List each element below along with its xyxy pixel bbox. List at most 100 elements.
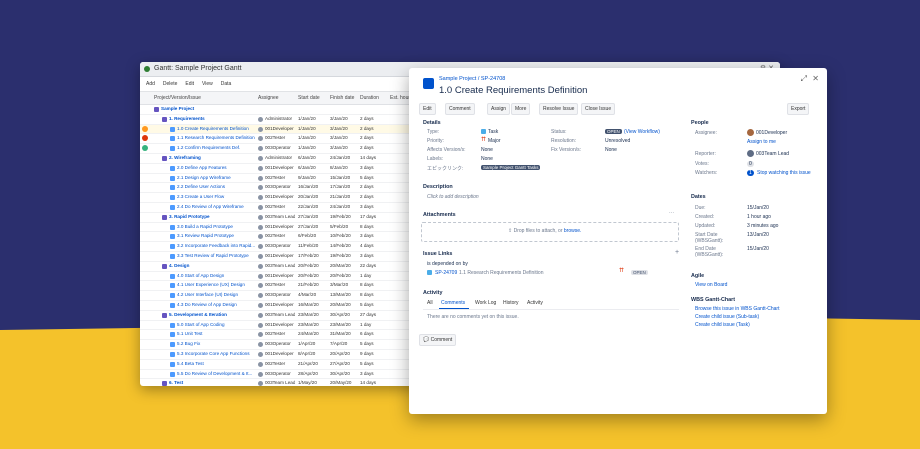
cell-finish[interactable]: 10/Feb/20 [330, 232, 358, 241]
dates-heading[interactable]: Dates [691, 194, 706, 200]
linked-issue-key[interactable]: SP-24709 [435, 270, 457, 276]
wbs-heading[interactable]: WBS Gantt-Chart [691, 297, 735, 303]
cell-duration[interactable]: 2 days [360, 144, 388, 153]
cell-assignee[interactable]: 001Developer [265, 193, 295, 202]
issue-name[interactable]: 5.2 Bug Fix [177, 340, 259, 349]
cell-duration[interactable]: 3 days [360, 252, 388, 261]
issue-name[interactable]: 3.3 Test Review of Rapid Prototype [177, 252, 259, 261]
tab-history[interactable]: History [503, 300, 519, 306]
close-icon[interactable]: ✕ [812, 74, 819, 83]
close-issue-button[interactable]: Close Issue [581, 103, 616, 115]
tab-comments[interactable]: Comments [441, 300, 465, 306]
cell-start[interactable]: 1/Jan/20 [298, 125, 328, 134]
cell-finish[interactable]: 30/Apr/20 [330, 370, 358, 379]
cell-duration[interactable]: 22 days [360, 262, 388, 271]
issue-name[interactable]: 3.1 Review Rapid Prototype [177, 232, 259, 241]
issue-name[interactable]: 4.3 Do Review of App Design [177, 301, 259, 310]
issue-name[interactable]: 2.1 Design App Wireframe [177, 174, 259, 183]
issue-name[interactable]: 3.0 Build a Rapid Prototype [177, 223, 259, 232]
linked-issue-summary[interactable]: 1.1 Research Requirements Definition [459, 270, 544, 276]
cell-assignee[interactable]: 001Developer [265, 301, 295, 310]
cell-start[interactable]: 22/Jan/20 [298, 203, 328, 212]
cell-start[interactable]: 23/Mar/20 [298, 311, 328, 320]
cell-finish[interactable]: 19/Feb/20 [330, 213, 358, 222]
cell-assignee[interactable]: 002Tester [265, 330, 295, 339]
cell-start[interactable]: 1/May/20 [298, 379, 328, 386]
cell-assignee[interactable]: 002Tester [265, 232, 295, 241]
add-menu[interactable]: Add [146, 81, 155, 87]
issue-name[interactable]: 4.0 Start of App Design [177, 272, 259, 281]
issue-name[interactable]: 2.3 Create a User Flow [177, 193, 259, 202]
stop-watching-link[interactable]: Stop watching this issue [757, 170, 811, 176]
col-start-header[interactable]: Start date [298, 92, 320, 104]
cell-finish[interactable]: 3/Jan/20 [330, 115, 358, 124]
create-task-link[interactable]: Create child issue (Task) [695, 322, 750, 328]
cell-finish[interactable]: 3/Mar/20 [330, 281, 358, 290]
edit-menu[interactable]: Edit [185, 81, 194, 87]
edit-button[interactable]: Edit [419, 103, 436, 115]
col-finish-header[interactable]: Finish date [330, 92, 354, 104]
cell-assignee[interactable]: 003Operator [265, 242, 295, 251]
issue-name[interactable]: 3. Rapid Prototype [169, 213, 259, 222]
cell-assignee[interactable]: 001Developer [265, 321, 295, 330]
cell-start[interactable]: 6/Jan/20 [298, 154, 328, 163]
cell-start[interactable]: 1/Jan/20 [298, 115, 328, 124]
cell-assignee[interactable]: 001Developer [265, 164, 295, 173]
attachment-dropzone[interactable]: ⇪ Drop files to attach, or browse. [421, 222, 679, 242]
create-subtask-link[interactable]: Create child issue (Sub-task) [695, 314, 759, 320]
cell-finish[interactable]: 20/Mar/20 [330, 301, 358, 310]
comment-bottom-button[interactable]: 💬 Comment [419, 334, 457, 346]
issue-name[interactable]: 5.1 Unit Test [177, 330, 259, 339]
issue-name[interactable]: 6. Test [169, 379, 259, 386]
cell-duration[interactable]: 14 days [360, 154, 388, 163]
cell-assignee[interactable]: 001Developer [265, 223, 295, 232]
cell-duration[interactable]: 8 days [360, 281, 388, 290]
cell-start[interactable]: 20/Feb/20 [298, 262, 328, 271]
cell-finish[interactable]: 14/Feb/20 [330, 242, 358, 251]
cell-duration[interactable]: 3 days [360, 370, 388, 379]
comment-button[interactable]: Comment [445, 103, 475, 115]
cell-duration[interactable]: 8 days [360, 291, 388, 300]
cell-duration[interactable]: 2 days [360, 115, 388, 124]
view-workflow-link[interactable]: (View Workflow) [624, 129, 660, 135]
cell-start[interactable]: 16/Mar/20 [298, 301, 328, 310]
issue-name[interactable]: 5.0 Start of App Coding [177, 321, 259, 330]
issue-title[interactable]: 1.0 Create Requirements Definition [439, 85, 587, 96]
cell-assignee[interactable]: Administrator [265, 154, 295, 163]
col-name-header[interactable]: Project/Version/Issue [154, 92, 201, 104]
cell-assignee[interactable]: 003Operator [265, 183, 295, 192]
delete-menu[interactable]: Delete [163, 81, 177, 87]
cell-duration[interactable]: 1 day [360, 272, 388, 281]
issue-name[interactable]: 1.0 Create Requirements Definition [177, 125, 259, 134]
cell-assignee[interactable]: 002Tester [265, 203, 295, 212]
cell-finish[interactable]: 24/Jan/20 [330, 154, 358, 163]
cell-assignee[interactable]: 003Operator [265, 144, 295, 153]
cell-finish[interactable]: 24/Jan/20 [330, 203, 358, 212]
people-heading[interactable]: People [691, 120, 709, 126]
cell-assignee[interactable]: 002Tester [265, 134, 295, 143]
cell-assignee[interactable]: 003Operator [265, 370, 295, 379]
cell-start[interactable]: 9/Jan/20 [298, 174, 328, 183]
cell-start[interactable]: 17/Feb/20 [298, 252, 328, 261]
issue-name[interactable]: 4.2 User Interface (UI) Design [177, 291, 259, 300]
cell-assignee[interactable]: 002Tester [265, 174, 295, 183]
cell-finish[interactable]: 20/May/20 [330, 379, 358, 386]
cell-start[interactable]: 1/Jan/20 [298, 144, 328, 153]
cell-finish[interactable]: 17/Jan/20 [330, 183, 358, 192]
cell-finish[interactable]: 19/Feb/20 [330, 252, 358, 261]
issue-name[interactable]: 4.1 User Experience (UX) Design [177, 281, 259, 290]
cell-duration[interactable]: 8 days [360, 223, 388, 232]
cell-duration[interactable]: 5 days [360, 340, 388, 349]
cell-finish[interactable]: 27/Apr/20 [330, 360, 358, 369]
cell-finish[interactable]: 30/Apr/20 [330, 311, 358, 320]
view-on-board-link[interactable]: View on Board [695, 282, 727, 288]
cell-duration[interactable]: 6 days [360, 330, 388, 339]
assignee-value[interactable]: 001Developer [756, 130, 787, 136]
cell-start[interactable]: 27/Jan/20 [298, 223, 328, 232]
cell-duration[interactable]: 3 days [360, 203, 388, 212]
cell-duration[interactable]: 2 days [360, 183, 388, 192]
issue-name[interactable]: 4. Design [169, 262, 259, 271]
cell-start[interactable]: 23/Mar/20 [298, 321, 328, 330]
cell-duration[interactable]: 3 days [360, 232, 388, 241]
cell-duration[interactable]: 5 days [360, 360, 388, 369]
